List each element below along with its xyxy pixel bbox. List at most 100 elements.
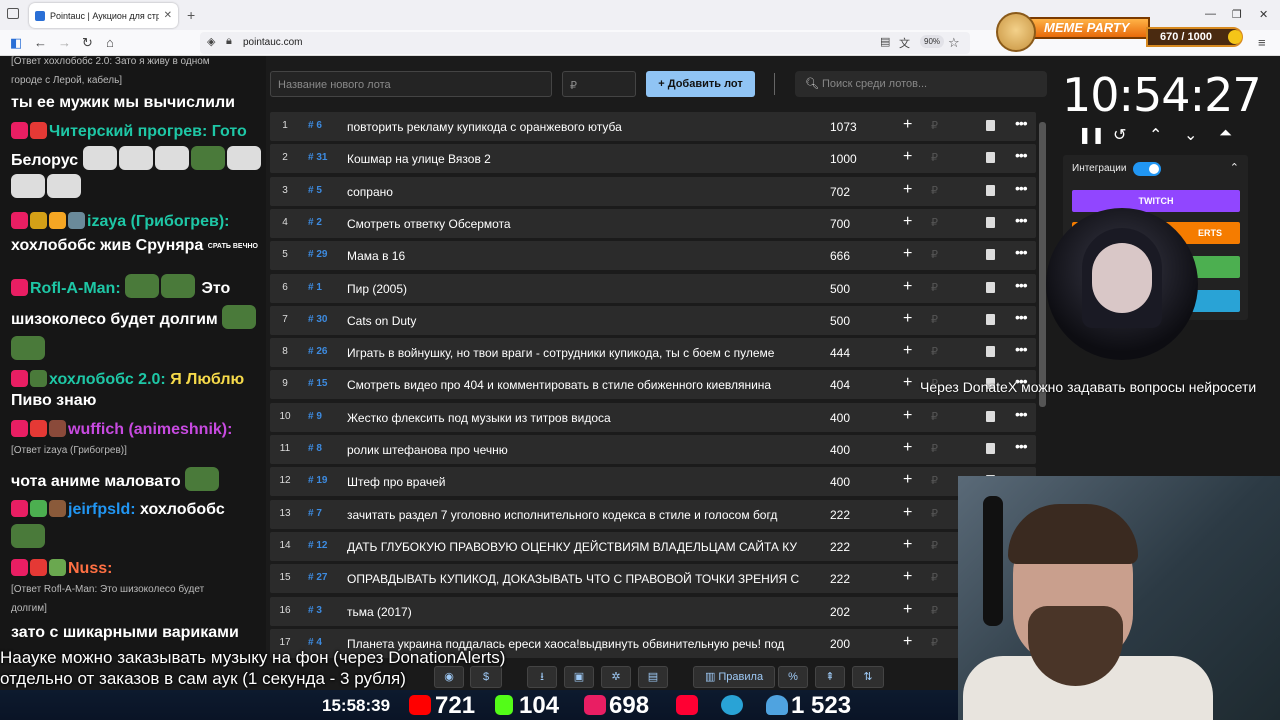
browser-tab[interactable]: Pointauc | Аукцион для стриме ✕ [29,3,178,28]
lot-amount[interactable]: 400 [830,475,850,489]
add-amount-icon[interactable]: + [903,213,912,231]
lot-name[interactable]: Жестко флексить под музыки из титров вид… [347,411,808,425]
lot-name[interactable]: Пир (2005) [347,282,808,296]
reload-icon[interactable]: ↻ [82,35,93,51]
add-time-icon[interactable]: ⌃ [1149,125,1162,145]
lot-amount[interactable]: 500 [830,282,850,296]
save-icon[interactable]: ▣ [564,666,594,688]
forward-icon[interactable]: → [58,35,71,50]
lot-amount-input[interactable]: ₽ [931,636,938,649]
lot-amount[interactable]: 500 [830,314,850,328]
more-options-icon[interactable]: ••• [1015,309,1028,325]
lot-amount-input[interactable]: ₽ [931,119,938,132]
lot-amount[interactable]: 666 [830,249,850,263]
add-amount-icon[interactable]: + [903,407,912,425]
delete-icon[interactable] [986,185,995,196]
tab-list-icon[interactable] [7,8,19,19]
reset-timer-icon[interactable]: ↺ [1113,125,1126,145]
add-amount-icon[interactable]: + [903,342,912,360]
lot-id[interactable]: # 6 [308,120,322,131]
lot-amount[interactable]: 1000 [830,152,857,166]
lot-amount-input[interactable]: ₽ [931,539,938,552]
add-amount-icon[interactable]: + [903,471,912,489]
more-options-icon[interactable]: ••• [1015,115,1028,131]
delete-icon[interactable] [986,152,995,163]
lot-id[interactable]: # 27 [308,572,327,583]
zoom-level[interactable]: 90% [920,35,945,48]
lock-icon[interactable]: 🔒︎ [226,35,232,48]
lot-amount[interactable]: 702 [830,185,850,199]
add-amount-icon[interactable]: + [903,536,912,554]
integrations-toggle[interactable] [1133,162,1161,176]
lot-amount[interactable]: 222 [830,572,850,586]
lot-id[interactable]: # 19 [308,475,327,486]
lot-amount[interactable]: 1073 [830,120,857,134]
lot-amount-input[interactable]: ₽ [931,216,938,229]
lot-amount[interactable]: 200 [830,637,850,651]
lot-name[interactable]: ДАТЬ ГЛУБОКУЮ ПРАВОВУЮ ОЦЕНКУ ДЕЙСТВИЯМ … [347,540,808,554]
close-window-icon[interactable]: ✕ [1259,8,1268,21]
add-amount-icon[interactable]: + [903,601,912,619]
lot-amount[interactable]: 444 [830,346,850,360]
lot-amount-input[interactable]: ₽ [931,345,938,358]
lot-id[interactable]: # 5 [308,185,322,196]
scrollbar[interactable] [1039,122,1046,407]
lot-id[interactable]: # 2 [308,217,322,228]
lot-amount-input[interactable]: ₽ [931,410,938,423]
more-options-icon[interactable]: ••• [1015,341,1028,357]
lot-id[interactable]: # 12 [308,540,327,551]
sidebar-icon[interactable]: ◧ [10,35,22,51]
lot-name[interactable]: Смотреть видео про 404 и комментировать … [347,378,808,392]
home-icon[interactable]: ⌂ [106,35,114,50]
percent-button[interactable]: % [778,666,808,688]
translate-icon[interactable]: 文 [899,35,910,51]
add-amount-icon[interactable]: + [903,245,912,263]
add-amount-icon[interactable]: + [903,504,912,522]
more-options-icon[interactable]: ••• [1015,438,1028,454]
twitch-button[interactable]: TWITCH [1072,190,1240,212]
add-amount-icon[interactable]: + [903,568,912,586]
lot-amount[interactable]: 222 [830,508,850,522]
add-amount-icon[interactable]: + [903,374,912,392]
add-amount-icon[interactable]: + [903,116,912,134]
lot-amount-input[interactable]: ₽ [931,571,938,584]
add-amount-icon[interactable]: + [903,439,912,457]
double-time-icon[interactable]: ⏶ [1219,125,1232,143]
delete-icon[interactable] [986,120,995,131]
new-tab-icon[interactable]: + [187,7,195,23]
lot-name[interactable]: зачитать раздел 7 уголовно исполнительно… [347,508,808,522]
delete-icon[interactable] [986,411,995,422]
download-icon[interactable]: ⭳ [527,666,557,688]
delete-icon[interactable] [986,443,995,454]
lot-name[interactable]: Играть в войнушку, но твои враги - сотру… [347,346,808,360]
lot-name[interactable]: Мама в 16 [347,249,808,263]
delete-icon[interactable] [986,314,995,325]
bookmark-star-icon[interactable]: ☆ [948,35,960,51]
chevron-up-icon[interactable]: ⌃ [1230,161,1239,174]
add-amount-icon[interactable]: + [903,148,912,166]
lot-amount-input[interactable]: ₽ [931,604,938,617]
lot-amount[interactable]: 400 [830,411,850,425]
clear-icon[interactable]: ▤ [638,666,668,688]
lot-id[interactable]: # 8 [308,443,322,454]
more-options-icon[interactable]: ••• [1015,180,1028,196]
lot-id[interactable]: # 26 [308,346,327,357]
menu-icon[interactable]: ≡ [1258,35,1266,50]
new-lot-price-input[interactable]: ₽ [562,71,636,97]
lot-amount-input[interactable]: ₽ [931,313,938,326]
more-options-icon[interactable]: ••• [1015,212,1028,228]
lot-name[interactable]: Штеф про врачей [347,475,808,489]
add-amount-icon[interactable]: + [903,278,912,296]
pause-icon[interactable]: ❚❚ [1078,125,1105,145]
lot-name[interactable]: ОПРАВДЫВАТЬ КУПИКОД, ДОКАЗЫВАТЬ ЧТО С ПР… [347,572,808,586]
lot-amount-input[interactable]: ₽ [931,281,938,294]
lot-name[interactable]: ролик штефанова про чечню [347,443,808,457]
lot-id[interactable]: # 15 [308,378,327,389]
lot-id[interactable]: # 3 [308,605,322,616]
lot-amount-input[interactable]: ₽ [931,184,938,197]
add-amount-icon[interactable]: + [903,310,912,328]
lot-name[interactable]: Смотреть ответку Обсермота [347,217,808,231]
lot-amount-input[interactable]: ₽ [931,507,938,520]
delete-icon[interactable] [986,217,995,228]
rules-button[interactable]: ▥ Правила [693,666,775,688]
